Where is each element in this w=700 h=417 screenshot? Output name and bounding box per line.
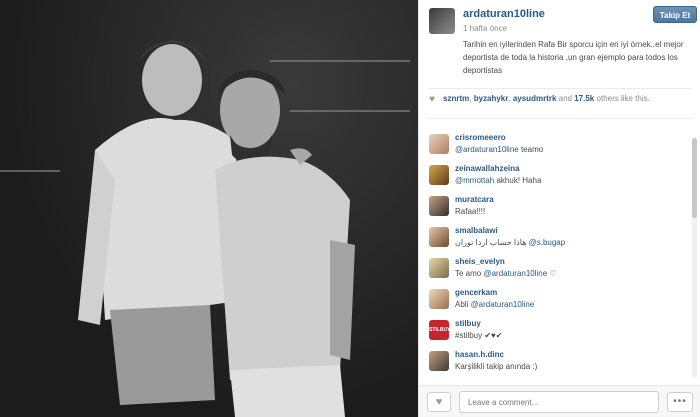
comment-mention[interactable]: @ardaturan10line [455,145,519,154]
comment-body: Rafaa!!!! [455,207,486,216]
commenter-avatar[interactable] [429,289,449,309]
post-timestamp: 1 hafta önce [463,24,508,33]
commenter-avatar[interactable] [429,351,449,371]
comment-item: gencerkam Abli @ardaturan10line [419,285,689,315]
likes-summary: sznrtm, byzahykr, aysudmrtrk and 17.5k o… [443,94,650,103]
comment-username[interactable]: gencerkam [455,288,497,297]
author-avatar[interactable] [429,8,455,34]
commenter-avatar[interactable] [429,196,449,216]
commenter-avatar[interactable]: STILBUY [429,320,449,340]
comment-input[interactable] [459,391,659,413]
comment-mention[interactable]: @ardaturan10line [483,269,547,278]
comment-username[interactable]: hasan.h.dinc [455,350,504,359]
commenter-avatar[interactable] [429,227,449,247]
comment-username[interactable]: smalbalawi [455,226,498,235]
comment-item: zeinawallahzeina @mmottah akhuk! Haha [419,161,689,191]
ellipsis-icon: ••• [673,396,687,407]
comment-username[interactable]: muratcara [455,195,494,204]
liker-1[interactable]: sznrtm [443,94,469,103]
post-details-panel: ardaturan10line 1 hafta önce Tarihin en … [418,0,700,417]
likes-row: ♥ sznrtm, byzahykr, aysudmrtrk and 17.5k… [419,90,700,108]
commenter-avatar[interactable] [429,258,449,278]
comments-list: crisromeeero @ardaturan10line teamo zein… [419,130,689,385]
heart-icon: ♥ [429,94,435,105]
comment-body: teamo [518,145,544,154]
heart-outline-icon: ♡ [549,269,557,278]
comment-text: Rafaa!!!! [455,207,485,216]
liker-3[interactable]: aysudmrtrk [513,94,557,103]
divider [429,88,691,89]
comment-item: crisromeeero @ardaturan10line teamo [419,130,689,160]
comment-mention[interactable]: @ardaturan10line [471,300,535,309]
likes-count[interactable]: 17.5k [574,94,594,103]
likes-suffix: others like this. [596,94,650,103]
comment-footer: ♥ ••• [419,385,700,417]
comment-username[interactable]: zeinawallahzeina [455,164,519,173]
comments-scrollbar[interactable] [692,138,697,378]
follow-button[interactable]: Takip Et [653,6,697,23]
comment-text: Abli @ardaturan10line [455,300,534,309]
comment-username[interactable]: crisromeeero [455,133,506,142]
like-button[interactable]: ♥ [427,392,451,412]
comment-item: muratcara Rafaa!!!! [419,192,689,222]
comment-body: Abli [455,300,471,309]
comment-item: smalbalawi هاذا حساب اردا توران @s.bugap [419,223,689,253]
post-photo[interactable] [0,0,418,417]
comment-text: @mmottah akhuk! Haha [455,176,541,185]
comment-item: hasan.h.dinc Karşilikli takip anında :) [419,347,689,377]
divider [429,118,691,119]
comment-text: @ardaturan10line teamo [455,145,543,154]
post-header: ardaturan10line 1 hafta önce Tarihin en … [419,0,700,86]
comment-item: STILBUY stilbuy #stilbuy ✔♥✔ [419,316,689,346]
heart-icon: ♥ [435,396,443,408]
more-options-button[interactable]: ••• [667,392,693,412]
post-caption: Tarihin en iyilerinden Rafa Bir sporcu i… [463,40,684,75]
comment-body: Te amo [455,269,484,278]
comment-item: sheis_evelyn Te amo @ardaturan10line ♡ [419,254,689,284]
liker-2[interactable]: byzahykr [474,94,509,103]
comment-text: Te amo @ardaturan10line ♡ [455,269,557,278]
photo-figures [78,40,355,417]
comment-username[interactable]: stilbuy [455,319,481,328]
comment-username[interactable]: sheis_evelyn [455,257,505,266]
comment-text: Karşilikli takip anında :) [455,362,537,371]
comment-text: هاذا حساب اردا توران @s.bugap [455,238,565,247]
commenter-avatar[interactable] [429,134,449,154]
likes-and: and [558,94,572,103]
scrollbar-thumb[interactable] [692,138,697,218]
comment-mention[interactable]: @s.bugap [529,238,566,247]
instagram-post-view: ardaturan10line 1 hafta önce Tarihin en … [0,0,700,417]
comment-body: #stilbuy ✔♥✔ [455,331,503,340]
comment-body: Karşilikli takip anında :) [455,362,538,371]
comment-mention[interactable]: @mmottah [455,176,494,185]
author-username[interactable]: ardaturan10line [463,8,545,20]
comment-body: هاذا حساب اردا توران [455,238,529,247]
commenter-avatar[interactable] [429,165,449,185]
comment-body: akhuk! Haha [494,176,542,185]
comment-text: #stilbuy ✔♥✔ [455,331,503,340]
